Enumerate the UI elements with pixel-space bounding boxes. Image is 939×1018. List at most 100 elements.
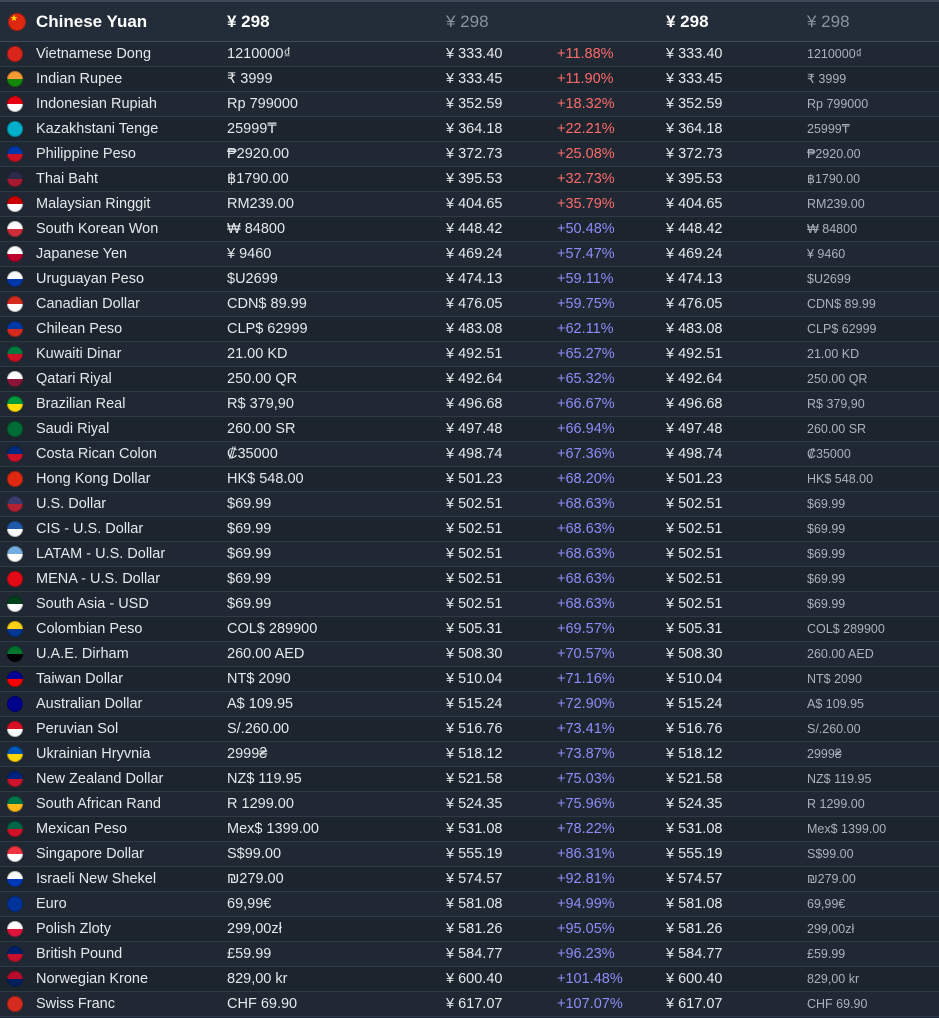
price-difference: +22.21% [557,121,615,137]
local-price-2: ฿1790.00 [807,172,861,186]
converted-price: ¥ 492.64 [446,371,503,387]
local-price-2: 260.00 AED [807,647,874,661]
country-flag-icon [7,646,23,662]
local-price-2: $69.99 [807,547,846,561]
currency-name: Malaysian Ringgit [36,196,151,212]
local-price-2: R 1299.00 [807,797,865,811]
price-difference: +68.63% [557,546,615,562]
country-flag-icon [7,696,23,712]
currency-name: Costa Rican Colon [36,446,157,462]
currency-name: Indian Rupee [36,71,123,87]
converted-price-2: ¥ 502.51 [666,571,723,587]
converted-price: ¥ 448.42 [446,221,503,237]
price-difference: +35.79% [557,196,615,212]
local-price-2: $69.99 [807,522,846,536]
converted-price: ¥ 476.05 [446,296,503,312]
converted-price-2: ¥ 584.77 [666,946,723,962]
table-row: Vietnamese Dong 1210000₫ ¥ 333.40 +11.88% ¥ … [0,42,939,67]
country-flag-icon [7,521,23,537]
table-row: Thai Baht ฿1790.00 ¥ 395.53 +32.73% ¥ 395.53… [0,167,939,192]
local-price-2: 2999₴ [807,747,842,761]
local-price-2: £59.99 [807,947,846,961]
country-flag-icon [7,171,23,187]
local-price: ₩ 84800 [227,221,286,237]
currency-name: Canadian Dollar [36,296,140,312]
local-price: CDN$ 89.99 [227,296,307,312]
country-flag-icon [7,771,23,787]
currency-name: Thai Baht [36,171,99,187]
converted-price: ¥ 505.31 [446,621,503,637]
local-price-2: ₪279.00 [807,872,856,886]
local-price: 25999₸ [227,121,277,137]
country-flag-icon [7,396,23,412]
country-flag-icon [7,546,23,562]
table-row: New Zealand Dollar NZ$ 119.95 ¥ 521.58 +75.… [0,767,939,792]
local-price: HK$ 548.00 [227,471,304,487]
country-flag-icon [7,946,23,962]
table-row: U.S. Dollar $69.99 ¥ 502.51 +68.63% ¥ 502.51… [0,492,939,517]
converted-price-2: ¥ 516.76 [666,721,723,737]
price-difference: +73.87% [557,746,615,762]
price-difference: +101.48% [557,971,623,987]
converted-price-2: ¥ 581.26 [666,921,723,937]
converted-price: ¥ 502.51 [446,596,503,612]
price-difference: +68.63% [557,496,615,512]
price-difference: +95.05% [557,921,615,937]
local-price: $U2699 [227,271,278,287]
table-row: Norwegian Krone 829,00 kr ¥ 600.40 +101.48%… [0,967,939,992]
table-row: U.A.E. Dirham 260.00 AED ¥ 508.30 +70.57% ¥ … [0,642,939,667]
table-row: LATAM - U.S. Dollar $69.99 ¥ 502.51 +68.63%… [0,542,939,567]
price-difference: +50.48% [557,221,615,237]
converted-price: ¥ 502.51 [446,571,503,587]
local-price-2: R$ 379,90 [807,397,865,411]
local-price: ₱2920.00 [227,146,290,162]
table-row: South African Rand R 1299.00 ¥ 524.35 +75.9… [0,792,939,817]
converted-price: ¥ 333.40 [446,46,503,62]
table-row: Chilean Peso CLP$ 62999 ¥ 483.08 +62.11% ¥ 4… [0,317,939,342]
currency-name: Kazakhstani Tenge [36,121,159,137]
price-difference: +69.57% [557,621,615,637]
table-row: South Asia - USD $69.99 ¥ 502.51 +68.63% ¥ 5… [0,592,939,617]
price-difference: +25.08% [557,146,615,162]
table-row: Brazilian Real R$ 379,90 ¥ 496.68 +66.67% ¥ … [0,392,939,417]
converted-price-2: ¥ 497.48 [666,421,723,437]
converted-price: ¥ 364.18 [446,121,503,137]
local-price: 21.00 KD [227,346,288,362]
country-flag-icon [7,621,23,637]
country-flag-icon [7,71,23,87]
local-price-2: 25999₸ [807,122,850,136]
converted-price-2: ¥ 555.19 [666,846,723,862]
country-flag-icon [7,446,23,462]
price-difference: +68.63% [557,571,615,587]
table-row: Euro 69,99€ ¥ 581.08 +94.99% ¥ 581.08 69,99€ [0,892,939,917]
currency-name: CIS - U.S. Dollar [36,521,144,537]
converted-price: ¥ 474.13 [446,271,503,287]
local-price-2: COL$ 289900 [807,622,885,636]
converted-price: ¥ 531.08 [446,821,503,837]
converted-price: ¥ 333.45 [446,71,503,87]
local-price-2: CDN$ 89.99 [807,297,876,311]
local-price: £59.99 [227,946,272,962]
table-row: MENA - U.S. Dollar $69.99 ¥ 502.51 +68.63% ¥… [0,567,939,592]
converted-price-2: ¥ 474.13 [666,271,723,287]
currency-name: Philippine Peso [36,146,136,162]
price-difference: +11.90% [557,71,614,87]
converted-price-2: ¥ 333.45 [666,71,723,87]
local-price-2: ₩ 84800 [807,222,858,236]
table-row: Australian Dollar A$ 109.95 ¥ 515.24 +72.90… [0,692,939,717]
country-flag-icon [7,296,23,312]
price-difference: +73.41% [557,721,615,737]
converted-price: ¥ 502.51 [446,546,503,562]
currency-name: Vietnamese Dong [36,46,152,62]
converted-price-2: ¥ 476.05 [666,296,723,312]
local-price-2: $69.99 [807,572,846,586]
price-difference: +70.57% [557,646,615,662]
currency-name: Singapore Dollar [36,846,145,862]
currency-name: LATAM - U.S. Dollar [36,546,166,562]
table-row: South Korean Won ₩ 84800 ¥ 448.42 +50.48% ¥ … [0,217,939,242]
local-price: COL$ 289900 [227,621,318,637]
local-price-2: $U2699 [807,272,851,286]
local-price: $69.99 [227,596,272,612]
table-row: Ukrainian Hryvnia 2999₴ ¥ 518.12 +73.87% ¥ 5… [0,742,939,767]
currency-name: Peruvian Sol [36,721,119,737]
